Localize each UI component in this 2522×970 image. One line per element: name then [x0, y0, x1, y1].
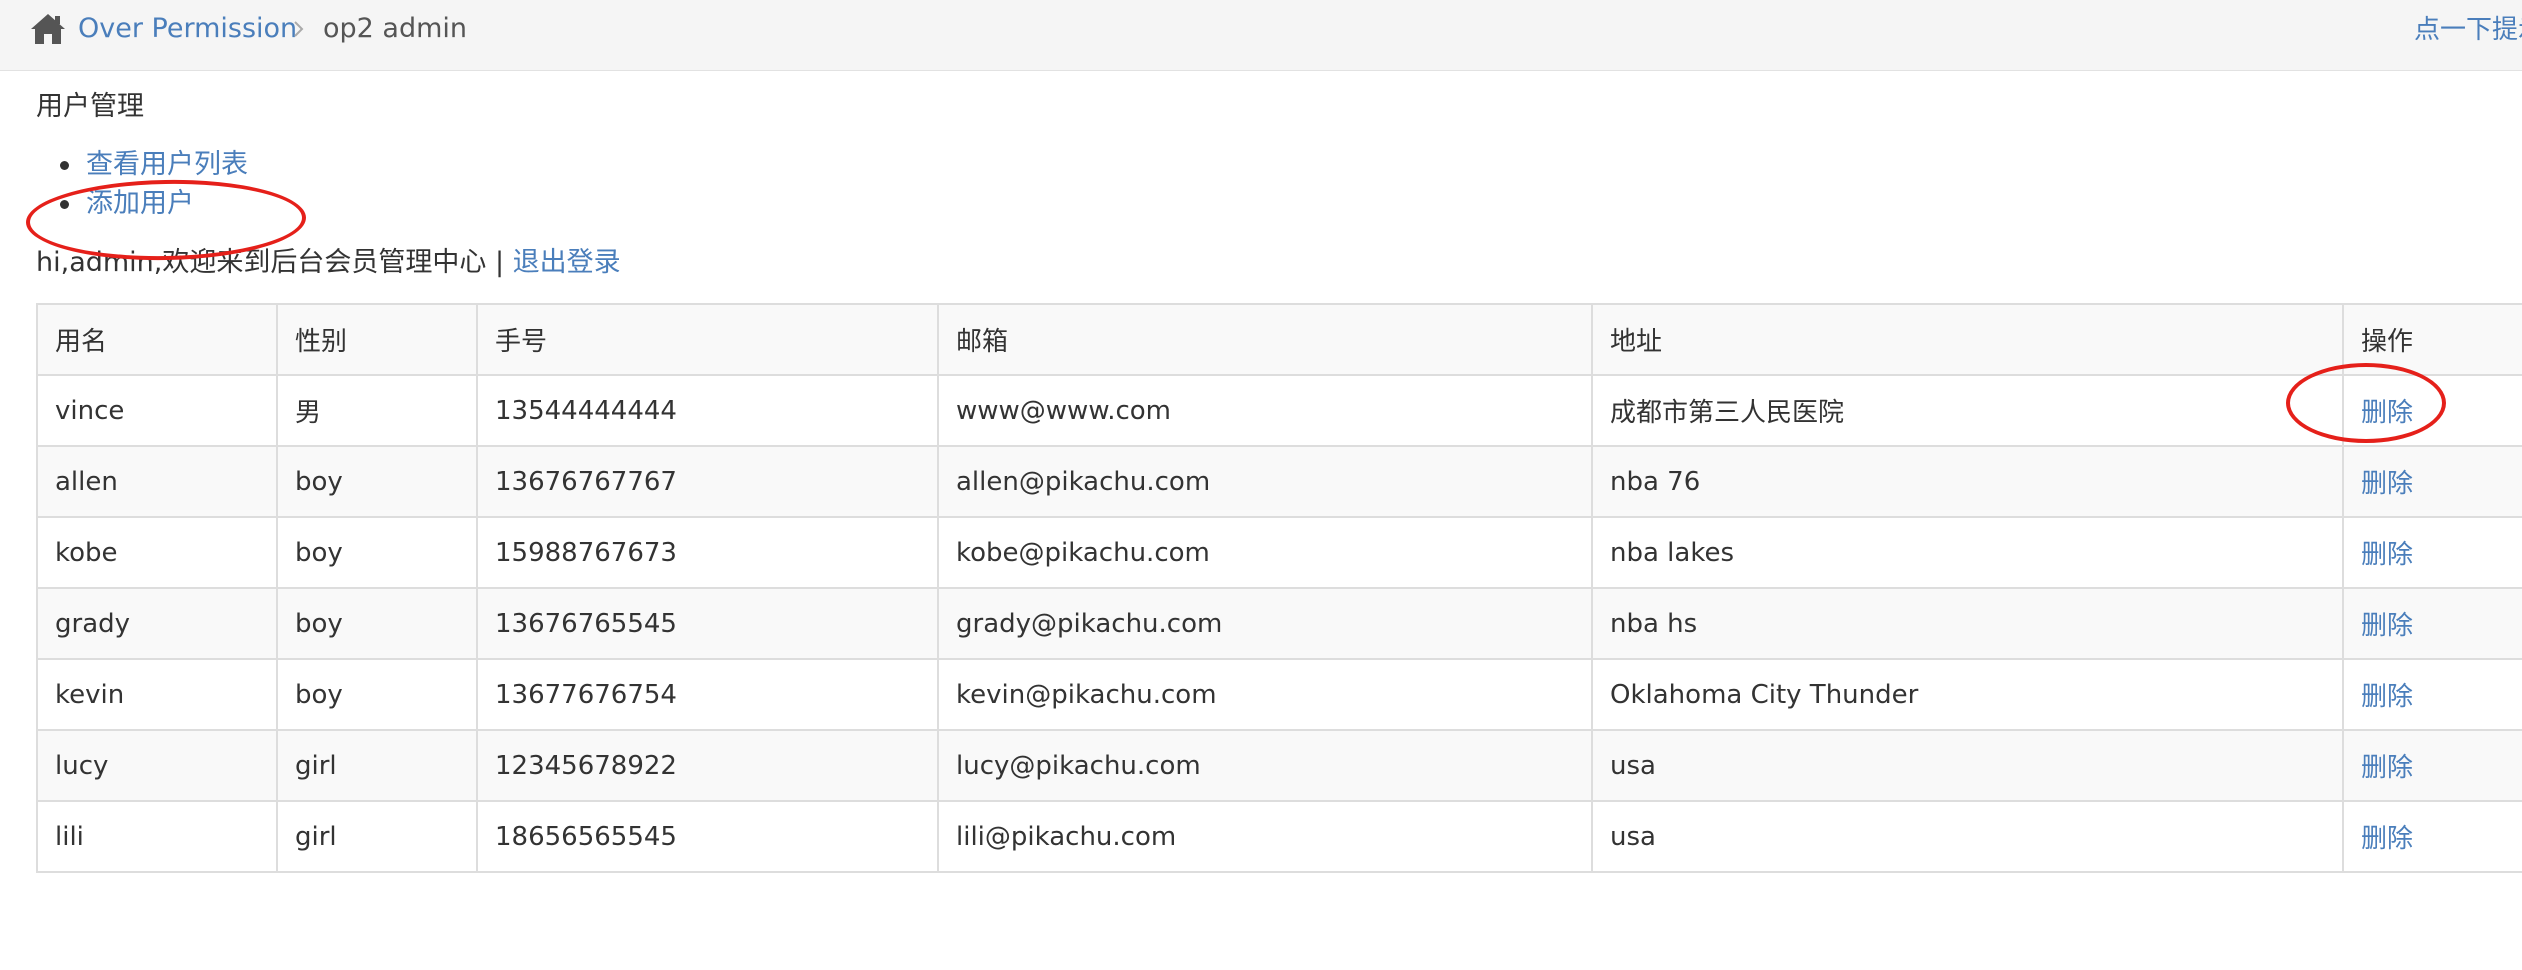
table-row: allen boy 13676767767 allen@pikachu.com …: [36, 445, 2522, 518]
cell-phone: 13676765545: [476, 587, 939, 660]
delete-link[interactable]: 删除: [2361, 611, 2413, 641]
welcome-line: hi,admin,欢迎来到后台会员管理中心 | 退出登录: [36, 246, 621, 280]
table-row: grady boy 13676765545 grady@pikachu.com …: [36, 587, 2522, 660]
table-row: kevin boy 13677676754 kevin@pikachu.com …: [36, 658, 2522, 731]
user-table: 用名 性别 手号 邮箱 地址 操作 vince 男 13544444444 ww…: [36, 303, 2522, 873]
cell-phone: 12345678922: [476, 729, 939, 802]
bullet-icon: [60, 200, 69, 209]
menu-item-view-users: 查看用户列表: [52, 146, 248, 185]
cell-phone: 13544444444: [476, 374, 939, 447]
cell-action: 删除: [2342, 587, 2522, 660]
user-menu: 查看用户列表 添加用户: [52, 146, 248, 224]
section-title: 用户管理: [36, 91, 144, 122]
cell-phone: 13676767767: [476, 445, 939, 518]
cell-phone: 18656565545: [476, 800, 939, 873]
menu-item-add-user: 添加用户: [52, 185, 248, 224]
breadcrumb: Over Permission op2 admin 点一下提示: [0, 0, 2522, 71]
cell-action: 删除: [2342, 729, 2522, 802]
breadcrumb-current: op2 admin: [323, 13, 468, 44]
bullet-icon: [60, 161, 69, 170]
delete-link[interactable]: 删除: [2361, 540, 2413, 570]
column-header-phone: 手号: [476, 303, 939, 376]
view-users-link[interactable]: 查看用户列表: [86, 149, 248, 180]
column-header-sex: 性别: [276, 303, 478, 376]
cell-email: grady@pikachu.com: [937, 587, 1593, 660]
delete-link[interactable]: 删除: [2361, 824, 2413, 854]
cell-sex: boy: [276, 445, 478, 518]
column-header-address: 地址: [1591, 303, 2344, 376]
table-header-row: 用名 性别 手号 邮箱 地址 操作: [36, 303, 2522, 376]
cell-sex: girl: [276, 800, 478, 873]
cell-sex: 男: [276, 374, 478, 447]
cell-address: 成都市第三人民医院: [1591, 374, 2344, 447]
column-header-name: 用名: [36, 303, 278, 376]
cell-sex: girl: [276, 729, 478, 802]
welcome-text: hi,admin,欢迎来到后台会员管理中心 |: [36, 247, 513, 278]
cell-name: lucy: [36, 729, 278, 802]
cell-address: nba hs: [1591, 587, 2344, 660]
cell-action: 删除: [2342, 374, 2522, 447]
page: Over Permission op2 admin 点一下提示 用户管理 查看用…: [0, 0, 2522, 970]
cell-address: usa: [1591, 800, 2344, 873]
cell-address: Oklahoma City Thunder: [1591, 658, 2344, 731]
column-header-action: 操作: [2342, 303, 2522, 376]
cell-email: kobe@pikachu.com: [937, 516, 1593, 589]
add-user-link[interactable]: 添加用户: [86, 188, 194, 219]
cell-name: kevin: [36, 658, 278, 731]
cell-action: 删除: [2342, 658, 2522, 731]
cell-name: grady: [36, 587, 278, 660]
cell-address: usa: [1591, 729, 2344, 802]
cell-name: lili: [36, 800, 278, 873]
cell-email: lucy@pikachu.com: [937, 729, 1593, 802]
delete-link[interactable]: 删除: [2361, 753, 2413, 783]
delete-link[interactable]: 删除: [2361, 469, 2413, 499]
cell-name: vince: [36, 374, 278, 447]
cell-sex: boy: [276, 658, 478, 731]
delete-link[interactable]: 删除: [2361, 682, 2413, 712]
cell-email: www@www.com: [937, 374, 1593, 447]
cell-sex: boy: [276, 587, 478, 660]
table-row: vince 男 13544444444 www@www.com 成都市第三人民医…: [36, 374, 2522, 447]
cell-address: nba 76: [1591, 445, 2344, 518]
logout-link[interactable]: 退出登录: [513, 247, 621, 278]
cell-email: lili@pikachu.com: [937, 800, 1593, 873]
cell-email: kevin@pikachu.com: [937, 658, 1593, 731]
column-header-email: 邮箱: [937, 303, 1593, 376]
cell-sex: boy: [276, 516, 478, 589]
cell-name: kobe: [36, 516, 278, 589]
table-row: kobe boy 15988767673 kobe@pikachu.com nb…: [36, 516, 2522, 589]
cell-action: 删除: [2342, 800, 2522, 873]
delete-link[interactable]: 删除: [2361, 398, 2413, 428]
cell-name: allen: [36, 445, 278, 518]
table-row: lucy girl 12345678922 lucy@pikachu.com u…: [36, 729, 2522, 802]
chevron-right-icon: [294, 21, 304, 37]
cell-phone: 13677676754: [476, 658, 939, 731]
breadcrumb-link-over-permission[interactable]: Over Permission: [78, 13, 297, 45]
home-icon[interactable]: [30, 12, 66, 46]
cell-action: 删除: [2342, 445, 2522, 518]
cell-phone: 15988767673: [476, 516, 939, 589]
cell-email: allen@pikachu.com: [937, 445, 1593, 518]
cell-action: 删除: [2342, 516, 2522, 589]
table-row: lili girl 18656565545 lili@pikachu.com u…: [36, 800, 2522, 873]
cell-address: nba lakes: [1591, 516, 2344, 589]
hint-link[interactable]: 点一下提示: [2414, 14, 2522, 46]
